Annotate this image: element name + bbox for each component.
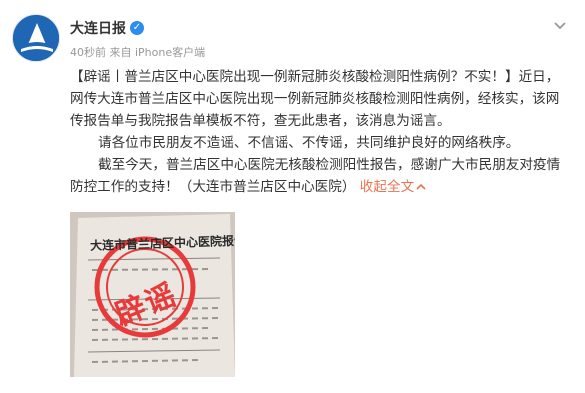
collapse-link[interactable]: 收起全文 xyxy=(360,179,426,195)
paragraph-3-text: 截至今天，普兰店区中心医院无核酸检测阳性报告，感谢广大市民朋友对疫情防控工作的支… xyxy=(70,157,561,195)
paragraph-2: 请各位市民朋友不造谣、不信谣、不传谣，共同维护良好的网络秩序。 xyxy=(98,135,520,151)
author-row: 大连日报 ✓ xyxy=(70,18,144,38)
post-meta: 40秒前 来自 iPhone客户端 xyxy=(70,46,206,59)
verified-badge-icon: ✓ xyxy=(130,21,144,35)
chevron-up-icon xyxy=(416,183,426,190)
dalian-daily-logo-icon xyxy=(13,15,59,61)
post-image[interactable]: 大连市普兰店区中心医院报告单 辟谣 xyxy=(70,212,235,377)
paragraph-1: 【辟谣丨普兰店区中心医院出现一例新冠肺炎核酸检测阳性病例？不实！】近日，网传大连… xyxy=(70,69,560,129)
avatar[interactable] xyxy=(12,14,60,62)
collapse-link-label: 收起全文 xyxy=(359,179,415,195)
post-content: 【辟谣丨普兰店区中心医院出现一例新冠肺炎核酸检测阳性病例？不实！】近日，网传大连… xyxy=(70,66,570,198)
chevron-down-icon[interactable] xyxy=(553,18,567,32)
author-name[interactable]: 大连日报 xyxy=(70,18,126,38)
paragraph-3: 截至今天，普兰店区中心医院无核酸检测阳性报告，感谢广大市民朋友对疫情防控工作的支… xyxy=(70,154,570,198)
